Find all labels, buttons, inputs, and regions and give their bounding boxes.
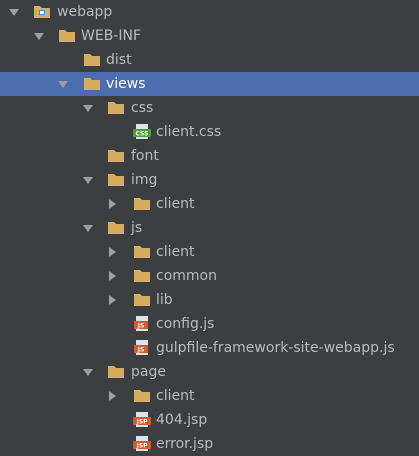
folder-icon: [107, 364, 125, 379]
expand-arrow-icon[interactable]: [8, 0, 20, 24]
tree-label: config.js: [156, 316, 215, 332]
tree-row-js-common[interactable]: common: [0, 264, 419, 288]
tree-row-views[interactable]: views: [0, 72, 419, 96]
tree-label: client: [156, 196, 195, 212]
collapse-arrow-icon[interactable]: [107, 288, 119, 312]
folder-icon: [107, 220, 125, 235]
tree-label: css: [131, 100, 154, 116]
folder-icon: [107, 148, 125, 163]
tree-row-web-inf[interactable]: WEB-INF: [0, 24, 419, 48]
js-file-icon: JS: [133, 340, 151, 355]
svg-text:CSS: CSS: [136, 131, 149, 138]
svg-text:JSP: JSP: [136, 419, 149, 426]
collapse-arrow-icon[interactable]: [107, 384, 119, 408]
svg-text:JS: JS: [137, 347, 145, 354]
tree-row-dist[interactable]: dist: [0, 48, 419, 72]
tree-label: page: [131, 364, 166, 380]
tree-label: img: [131, 172, 158, 188]
tree-row-page[interactable]: page: [0, 360, 419, 384]
tree-row-font[interactable]: font: [0, 144, 419, 168]
tree-label: WEB-INF: [81, 28, 141, 44]
expand-arrow-icon[interactable]: [82, 360, 94, 384]
css-file-icon: CSS: [133, 124, 151, 139]
tree-label: dist: [106, 52, 132, 68]
tree-label: client: [156, 244, 195, 260]
expand-arrow-icon[interactable]: [82, 168, 94, 192]
expand-arrow-icon[interactable]: [57, 72, 69, 96]
svg-text:JSP: JSP: [136, 443, 149, 450]
folder-icon: [83, 76, 101, 91]
tree-label: js: [131, 220, 143, 236]
folder-icon: [133, 268, 151, 283]
folder-icon: [133, 388, 151, 403]
tree-row-img[interactable]: img: [0, 168, 419, 192]
tree-row-img-client[interactable]: client: [0, 192, 419, 216]
tree-label: views: [106, 76, 146, 92]
folder-icon: [83, 52, 101, 67]
tree-row-js[interactable]: js: [0, 216, 419, 240]
tree-row-client-css[interactable]: CSS client.css: [0, 120, 419, 144]
expand-arrow-icon[interactable]: [82, 216, 94, 240]
tree-row-css[interactable]: css: [0, 96, 419, 120]
collapse-arrow-icon[interactable]: [107, 264, 119, 288]
folder-icon: [107, 172, 125, 187]
tree-label: gulpfile-framework-site-webapp.js: [156, 340, 395, 356]
expand-arrow-icon[interactable]: [82, 96, 94, 120]
svg-text:JS: JS: [137, 323, 145, 330]
tree-label: error.jsp: [156, 436, 214, 452]
collapse-arrow-icon[interactable]: [107, 192, 119, 216]
folder-icon: [133, 292, 151, 307]
module-folder-icon: [33, 4, 51, 19]
js-file-icon: JS: [133, 316, 151, 331]
folder-icon: [107, 100, 125, 115]
jsp-file-icon: JSP: [133, 436, 151, 451]
tree-label: font: [131, 148, 159, 164]
collapse-arrow-icon[interactable]: [107, 240, 119, 264]
tree-row-js-client[interactable]: client: [0, 240, 419, 264]
tree-row-webapp[interactable]: webapp: [0, 0, 419, 24]
tree-label: client: [156, 388, 195, 404]
folder-icon: [133, 244, 151, 259]
tree-row-js-lib[interactable]: lib: [0, 288, 419, 312]
jsp-file-icon: JSP: [133, 412, 151, 427]
tree-row-error-jsp[interactable]: JSP error.jsp: [0, 432, 419, 456]
tree-row-page-client[interactable]: client: [0, 384, 419, 408]
expand-arrow-icon[interactable]: [33, 24, 45, 48]
tree-label: 404.jsp: [156, 412, 208, 428]
tree-label: common: [156, 268, 217, 284]
tree-label: webapp: [57, 4, 113, 20]
tree-label: client.css: [156, 124, 222, 140]
tree-row-404-jsp[interactable]: JSP 404.jsp: [0, 408, 419, 432]
tree-row-gulpfile-js[interactable]: JS gulpfile-framework-site-webapp.js: [0, 336, 419, 360]
tree-row-config-js[interactable]: JS config.js: [0, 312, 419, 336]
folder-icon: [133, 196, 151, 211]
folder-icon: [58, 28, 76, 43]
project-tree: webapp WEB-INF dist views css CSS client…: [0, 0, 419, 455]
tree-label: lib: [156, 292, 173, 308]
